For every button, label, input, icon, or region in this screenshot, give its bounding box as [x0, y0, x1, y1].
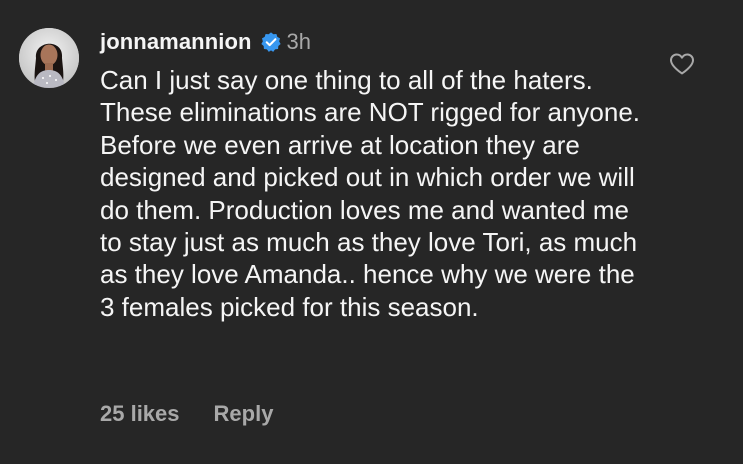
avatar-image	[19, 28, 79, 88]
avatar[interactable]	[19, 28, 79, 88]
likes-count-button[interactable]: 25 likes	[100, 401, 180, 427]
comment-actions: 25 likes Reply	[100, 401, 273, 427]
username-link[interactable]: jonnamannion	[100, 29, 252, 55]
verified-badge-icon	[260, 31, 282, 53]
reply-button[interactable]: Reply	[214, 401, 274, 427]
comment-header: jonnamannion 3h	[100, 27, 311, 57]
comment-item: jonnamannion 3h Can I just say one thing…	[0, 0, 743, 464]
comment-text: Can I just say one thing to all of the h…	[100, 65, 641, 322]
like-button[interactable]	[669, 52, 695, 76]
timestamp: 3h	[286, 29, 312, 54]
heart-outline-icon	[670, 53, 694, 75]
